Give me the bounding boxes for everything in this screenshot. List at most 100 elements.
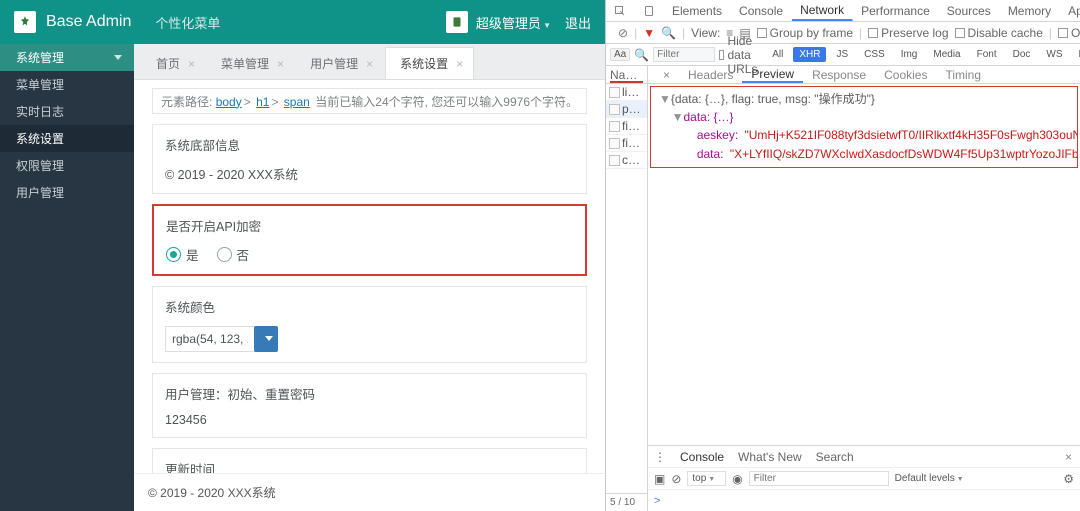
drawer-toggle-icon[interactable]: ⋮ xyxy=(654,450,666,464)
inspect-icon[interactable] xyxy=(606,0,635,21)
panel-password: 用户管理：初始、重置密码 123456 xyxy=(152,373,587,438)
breadcrumb: 元素路径: body> h1> span 当前已输入24个字符, 您还可以输入9… xyxy=(152,88,587,114)
device-icon[interactable] xyxy=(635,0,664,21)
chip-ws[interactable]: WS xyxy=(1040,47,1068,62)
console-levels-select[interactable]: Default levels xyxy=(895,473,964,484)
filter-input[interactable] xyxy=(653,47,715,62)
chip-css[interactable]: CSS xyxy=(858,47,891,62)
console-scope-select[interactable]: top xyxy=(687,471,726,486)
detail-cookies[interactable]: Cookies xyxy=(875,66,936,83)
sidebar-item-label: 菜单管理 xyxy=(16,76,64,93)
tab-settings[interactable]: 系统设置× xyxy=(385,47,474,79)
path-prefix: 元素路径: xyxy=(161,95,212,109)
sidebar-item-label: 权限管理 xyxy=(16,157,64,174)
devtab-network[interactable]: Network xyxy=(792,0,853,21)
chip-manifest[interactable]: Manifest xyxy=(1073,47,1080,62)
sidebar-item-menu[interactable]: 菜单管理 xyxy=(0,71,134,98)
chip-font[interactable]: Font xyxy=(971,47,1003,62)
logout-link[interactable]: 退出 xyxy=(565,13,591,32)
field-label: 是否开启API加密 xyxy=(166,216,573,235)
clear-icon[interactable]: ⊘ xyxy=(618,26,628,40)
radio-label: 是 xyxy=(186,245,199,264)
chip-js[interactable]: JS xyxy=(830,47,854,62)
page-footer: © 2019 - 2020 XXX系统 xyxy=(134,473,605,511)
path-crumb[interactable]: span xyxy=(284,95,310,109)
sidebar: 系统管理 菜单管理 实时日志 系统设置 权限管理 用户管理 xyxy=(0,44,134,511)
chip-media[interactable]: Media xyxy=(927,47,966,62)
tab-menu[interactable]: 菜单管理× xyxy=(207,48,294,79)
devtab-memory[interactable]: Memory xyxy=(1000,0,1060,21)
chip-img[interactable]: Img xyxy=(895,47,924,62)
color-swatch-dropdown[interactable] xyxy=(254,326,278,352)
sidebar-item-label: 系统设置 xyxy=(16,130,64,147)
sidebar-item-log[interactable]: 实时日志 xyxy=(0,98,134,125)
detail-timing[interactable]: Timing xyxy=(936,66,990,83)
request-row[interactable]: p… xyxy=(606,101,647,118)
devtab-console[interactable]: Console xyxy=(731,0,792,21)
offline-checkbox[interactable]: Offline xyxy=(1058,26,1080,40)
view-label: View: xyxy=(691,26,720,40)
disable-cache-checkbox[interactable]: Disable cache xyxy=(955,26,1043,40)
sidebar-item-users[interactable]: 用户管理 xyxy=(0,179,134,206)
preserve-log-checkbox[interactable]: Preserve log xyxy=(868,26,948,40)
request-row[interactable]: li… xyxy=(606,84,647,101)
tab-users[interactable]: 用户管理× xyxy=(296,48,383,79)
group-by-frame-checkbox[interactable]: Group by frame xyxy=(757,26,853,40)
color-input[interactable] xyxy=(165,326,255,352)
chip-all[interactable]: All xyxy=(766,47,789,62)
console-prompt[interactable]: > xyxy=(648,489,1080,511)
detail-response[interactable]: Response xyxy=(803,66,875,83)
network-filter-bar: Aa 🔍 Hide data URLs All XHR JS CSS Img M… xyxy=(606,44,1080,66)
search-icon[interactable]: 🔍 xyxy=(661,26,676,40)
match-case-icon[interactable]: Aa xyxy=(610,48,630,61)
request-row[interactable]: fi… xyxy=(606,118,647,135)
request-row[interactable]: c… xyxy=(606,152,647,169)
top-menu-personalize[interactable]: 个性化菜单 xyxy=(155,13,220,32)
network-split: Na… li… p… fi… fi… c… 5 / 10 × Headers P… xyxy=(606,66,1080,511)
console-filter-input[interactable] xyxy=(749,471,889,486)
radio-no[interactable]: 否 xyxy=(217,245,250,264)
detail-preview[interactable]: Preview xyxy=(742,66,803,83)
close-icon[interactable]: × xyxy=(456,58,463,70)
detail-close[interactable]: × xyxy=(654,66,679,83)
tab-bar: 首页× 菜单管理× 用户管理× 系统设置× xyxy=(134,44,605,80)
reqlist-status: 5 / 10 xyxy=(606,493,647,511)
topbar: Base Admin 个性化菜单 超级管理员 退出 xyxy=(0,0,605,44)
content-pane[interactable]: 元素路径: body> h1> span 当前已输入24个字符, 您还可以输入9… xyxy=(134,80,605,473)
whatsnew-tab[interactable]: What's New xyxy=(738,450,802,464)
devtab-elements[interactable]: Elements xyxy=(664,0,731,21)
sidebar-item-label: 用户管理 xyxy=(16,184,64,201)
devtab-application[interactable]: Application xyxy=(1060,0,1080,21)
console-tab[interactable]: Console xyxy=(680,450,724,464)
path-crumb[interactable]: h1 xyxy=(256,95,269,109)
file-icon xyxy=(609,87,620,98)
reqlist-header[interactable]: Na… xyxy=(606,66,647,84)
clear-console-icon[interactable]: ⊘ xyxy=(671,472,681,486)
close-icon[interactable]: × xyxy=(188,58,195,70)
field-label: 更新时间 xyxy=(165,459,574,473)
user-dropdown[interactable]: 超级管理员 xyxy=(476,13,551,32)
field-label: 系统底部信息 xyxy=(165,135,574,154)
sidebar-item-settings[interactable]: 系统设置 xyxy=(0,125,134,152)
close-icon[interactable]: × xyxy=(366,58,373,70)
search-tab[interactable]: Search xyxy=(816,450,854,464)
detail-headers[interactable]: Headers xyxy=(679,66,742,83)
console-sidebar-icon[interactable]: ▣ xyxy=(654,472,665,486)
chip-xhr[interactable]: XHR xyxy=(793,47,826,62)
devtab-performance[interactable]: Performance xyxy=(853,0,939,21)
close-icon[interactable]: × xyxy=(277,58,284,70)
preview-json[interactable]: ▼{data: {…}, flag: true, msg: "操作成功"} ▼d… xyxy=(650,86,1078,168)
sidebar-item-perms[interactable]: 权限管理 xyxy=(0,152,134,179)
tab-home[interactable]: 首页× xyxy=(142,48,205,79)
filter-toggle-icon[interactable]: ▼ xyxy=(643,26,655,40)
devtab-sources[interactable]: Sources xyxy=(939,0,1000,21)
request-row[interactable]: fi… xyxy=(606,135,647,152)
eye-icon[interactable]: ◉ xyxy=(732,472,742,486)
chip-doc[interactable]: Doc xyxy=(1007,47,1037,62)
drawer-close-icon[interactable]: × xyxy=(1065,450,1080,464)
path-crumb[interactable]: body xyxy=(216,95,242,109)
radio-yes[interactable]: 是 xyxy=(166,245,199,264)
field-value: © 2019 - 2020 XXX系统 xyxy=(165,164,574,183)
gear-icon[interactable]: ⚙ xyxy=(1063,472,1074,486)
sidebar-item-system[interactable]: 系统管理 xyxy=(0,44,134,71)
